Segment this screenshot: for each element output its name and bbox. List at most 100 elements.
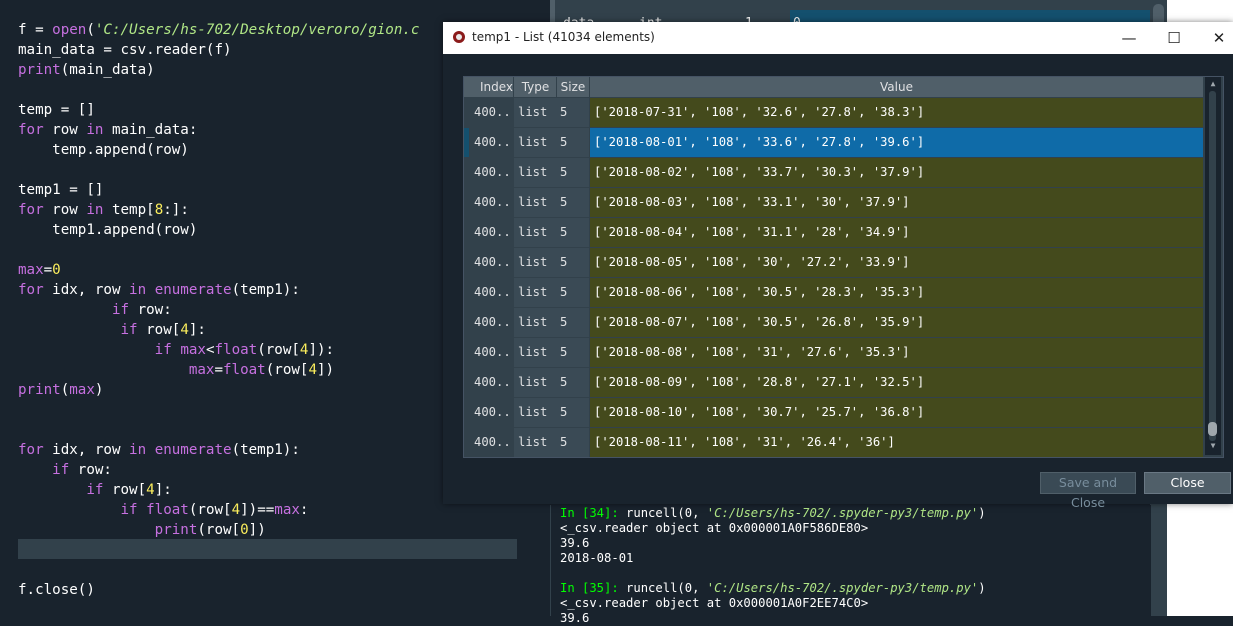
index-cell[interactable]: 400... xyxy=(474,338,513,367)
scrollbar-thumb[interactable] xyxy=(1208,422,1217,436)
code-token: (temp1): xyxy=(231,442,300,458)
value-cell[interactable]: ['2018-08-07', '108', '30.5', '26.8', '3… xyxy=(590,308,1203,337)
maximize-button[interactable]: ☐ xyxy=(1151,22,1197,54)
table-row[interactable]: 400...list5['2018-08-03', '108', '33.1',… xyxy=(464,188,1203,218)
index-cell[interactable]: 400... xyxy=(474,98,513,127)
index-cell[interactable]: 400... xyxy=(474,428,513,457)
value-cell[interactable]: ['2018-08-09', '108', '28.8', '27.1', '3… xyxy=(590,368,1203,397)
code-line: if max<float(row[4]): xyxy=(18,340,334,360)
size-cell[interactable]: 5 xyxy=(556,98,589,127)
column-header-type[interactable]: Type xyxy=(515,77,557,97)
table-row[interactable]: 400...list5['2018-08-10', '108', '30.7',… xyxy=(464,398,1203,428)
type-cell[interactable]: list xyxy=(514,158,556,187)
type-cell[interactable]: list xyxy=(514,218,556,247)
value-cell[interactable]: ['2018-08-06', '108', '30.5', '28.3', '3… xyxy=(590,278,1203,307)
code-token: ]) xyxy=(317,362,335,378)
type-cell[interactable]: list xyxy=(514,368,556,397)
size-cell[interactable]: 5 xyxy=(556,278,589,307)
index-cell[interactable]: 400... xyxy=(474,188,513,217)
size-cell[interactable]: 5 xyxy=(556,188,589,217)
row-handle xyxy=(464,98,469,127)
table-row[interactable]: 400...list5['2018-08-04', '108', '31.1',… xyxy=(464,218,1203,248)
table-row[interactable]: 400...list5['2018-08-09', '108', '28.8',… xyxy=(464,368,1203,398)
code-token: ( xyxy=(86,22,95,38)
dialog-titlebar[interactable]: temp1 - List (41034 elements) — ☐ ✕ xyxy=(443,22,1233,54)
scrollbar-track[interactable] xyxy=(1209,91,1216,441)
code-token: ( xyxy=(60,382,70,398)
type-cell[interactable]: list xyxy=(514,428,556,457)
table-row[interactable]: 400...list5['2018-08-02', '108', '33.7',… xyxy=(464,158,1203,188)
table-scrollbar[interactable]: ▲ ▼ xyxy=(1205,77,1221,455)
close-window-button[interactable]: ✕ xyxy=(1196,22,1233,54)
index-cell[interactable]: 400... xyxy=(474,368,513,397)
value-cell[interactable]: ['2018-08-03', '108', '33.1', '30', '37.… xyxy=(590,188,1203,217)
value-cell[interactable]: ['2018-08-10', '108', '30.7', '25.7', '3… xyxy=(590,398,1203,427)
index-cell[interactable]: 400... xyxy=(474,278,513,307)
value-cell[interactable]: ['2018-08-11', '108', '31', '26.4', '36'… xyxy=(590,428,1203,457)
index-cell[interactable]: 400... xyxy=(474,398,513,427)
table-row[interactable]: 400...list5['2018-08-01', '108', '33.6',… xyxy=(464,128,1203,158)
value-cell[interactable]: ['2018-07-31', '108', '32.6', '27.8', '3… xyxy=(590,98,1203,127)
column-header-value[interactable]: Value xyxy=(590,77,1203,97)
code-line: if float(row[4])==max: xyxy=(18,500,309,520)
value-cell[interactable]: ['2018-08-04', '108', '31.1', '28', '34.… xyxy=(590,218,1203,247)
table-row[interactable]: 400...list5['2018-07-31', '108', '32.6',… xyxy=(464,98,1203,128)
table-row[interactable]: 400...list5['2018-08-11', '108', '31', '… xyxy=(464,428,1203,457)
size-cell[interactable]: 5 xyxy=(556,248,589,277)
code-token: print xyxy=(18,62,61,78)
table-row[interactable]: 400...list5['2018-08-08', '108', '31', '… xyxy=(464,338,1203,368)
size-cell[interactable]: 5 xyxy=(556,398,589,427)
column-header-index[interactable]: Index xyxy=(474,77,514,97)
table-row[interactable]: 400...list5['2018-08-07', '108', '30.5',… xyxy=(464,308,1203,338)
console-command-tail: ) xyxy=(978,581,986,595)
code-token: 4 xyxy=(308,362,317,378)
code-token: float xyxy=(223,362,266,378)
row-handle xyxy=(464,308,469,337)
minimize-button[interactable]: — xyxy=(1106,22,1152,54)
index-cell[interactable]: 400... xyxy=(474,128,513,157)
index-cell[interactable]: 400... xyxy=(474,248,513,277)
value-cell[interactable]: ['2018-08-01', '108', '33.6', '27.8', '3… xyxy=(590,128,1203,157)
table-header: Index Type Size Value xyxy=(464,77,1203,97)
code-editor[interactable]: f = open('C:/Users/hs-702/Desktop/veroro… xyxy=(0,0,520,616)
type-cell[interactable]: list xyxy=(514,128,556,157)
ipython-console[interactable]: In [34]: runcell(0, 'C:/Users/hs-702/.sp… xyxy=(550,505,1151,625)
size-cell[interactable]: 5 xyxy=(556,158,589,187)
index-cell[interactable]: 400... xyxy=(474,158,513,187)
close-button[interactable]: Close xyxy=(1144,472,1231,494)
value-cell[interactable]: ['2018-08-02', '108', '33.7', '30.3', '3… xyxy=(590,158,1203,187)
code-token: enumerate xyxy=(154,282,232,298)
console-command-tail: ) xyxy=(978,506,986,520)
type-cell[interactable]: list xyxy=(514,248,556,277)
index-cell[interactable]: 400... xyxy=(474,308,513,337)
column-header-size[interactable]: Size xyxy=(557,77,590,97)
console-path: 'C:/Users/hs-702/.spyder-py3/temp.py' xyxy=(706,506,979,520)
size-cell[interactable]: 5 xyxy=(556,218,589,247)
index-cell[interactable]: 400... xyxy=(474,218,513,247)
scroll-up-icon[interactable]: ▲ xyxy=(1208,79,1218,89)
scroll-down-icon[interactable]: ▼ xyxy=(1208,441,1218,451)
type-cell[interactable]: list xyxy=(514,188,556,217)
table-row[interactable]: 400...list5['2018-08-06', '108', '30.5',… xyxy=(464,278,1203,308)
row-handle xyxy=(464,278,469,307)
save-and-close-button[interactable]: Save and Close xyxy=(1040,472,1136,510)
size-cell[interactable]: 5 xyxy=(556,368,589,397)
size-cell[interactable]: 5 xyxy=(556,128,589,157)
size-cell[interactable]: 5 xyxy=(556,338,589,367)
type-cell[interactable]: list xyxy=(514,98,556,127)
table-row[interactable]: 400...list5['2018-08-05', '108', '30', '… xyxy=(464,248,1203,278)
type-cell[interactable]: list xyxy=(514,278,556,307)
code-token: ])== xyxy=(240,502,275,518)
code-token: print xyxy=(18,382,61,398)
size-cell[interactable]: 5 xyxy=(556,428,589,457)
type-cell[interactable]: list xyxy=(514,308,556,337)
type-cell[interactable]: list xyxy=(514,338,556,367)
value-cell[interactable]: ['2018-08-05', '108', '30', '27.2', '33.… xyxy=(590,248,1203,277)
value-cell[interactable]: ['2018-08-08', '108', '31', '27.6', '35.… xyxy=(590,338,1203,367)
type-cell[interactable]: list xyxy=(514,398,556,427)
size-cell[interactable]: 5 xyxy=(556,308,589,337)
